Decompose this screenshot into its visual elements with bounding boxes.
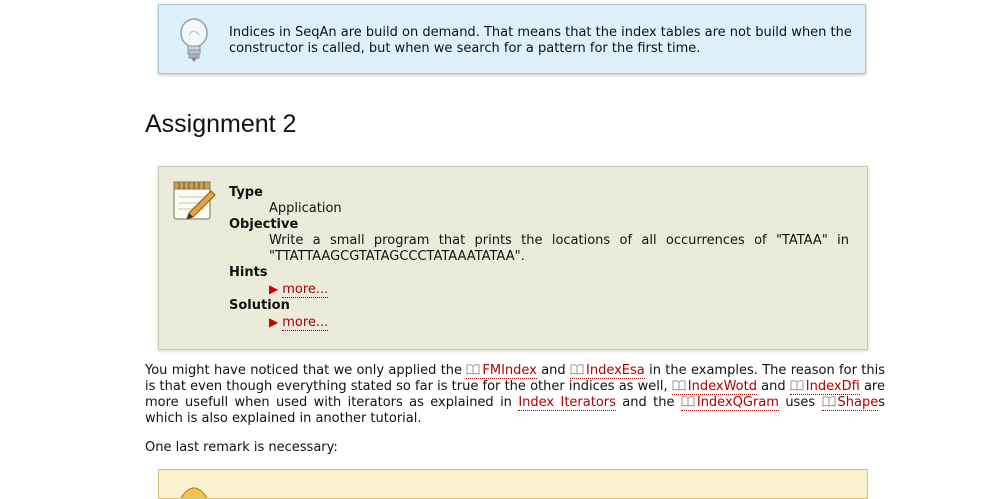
assignment-heading: Assignment 2 — [145, 110, 297, 138]
shape-link[interactable]: Shape — [821, 395, 879, 411]
book-icon — [466, 364, 480, 375]
indexesa-link[interactable]: IndexEsa — [570, 363, 645, 379]
type-value: Application — [269, 201, 342, 216]
remark-text: One last remark is necessary: — [145, 440, 338, 455]
solution-more-link[interactable]: more... — [282, 315, 329, 331]
hints-toggle[interactable]: ▶ more... — [269, 281, 849, 298]
paragraph-text: You might have noticed that we only appl… — [145, 363, 467, 378]
objective-label: Objective — [229, 217, 299, 232]
book-icon — [672, 380, 686, 391]
tip-text: Indices in SeqAn are build on demand. Th… — [229, 25, 852, 56]
solution-label: Solution — [229, 298, 290, 313]
lightbulb-icon — [180, 18, 208, 62]
expand-triangle-icon: ▶ — [269, 315, 279, 329]
assignment-box: Type Application Objective Write a small… — [158, 166, 868, 350]
explanation-paragraph: You might have noticed that we only appl… — [145, 363, 885, 427]
fmindex-link[interactable]: FMIndex — [466, 363, 537, 379]
book-icon — [822, 396, 835, 407]
index-iterators-link[interactable]: Index Iterators — [518, 395, 616, 411]
objective-value: Write a small program that prints the lo… — [269, 233, 849, 264]
solution-toggle[interactable]: ▶ more... — [269, 314, 849, 331]
type-label: Type — [229, 185, 263, 200]
indexdfi-link[interactable]: IndexDfi — [789, 379, 860, 395]
paragraph-text: uses — [778, 395, 822, 410]
indexqgram-link[interactable]: IndexQGram — [680, 395, 779, 411]
book-icon — [570, 364, 584, 375]
hints-more-link[interactable]: more... — [282, 282, 329, 298]
expand-triangle-icon: ▶ — [269, 282, 279, 296]
warning-box — [158, 469, 868, 499]
hints-label: Hints — [229, 265, 268, 280]
book-icon — [681, 396, 695, 407]
paragraph-text: and — [756, 379, 790, 394]
notepad-icon — [173, 181, 216, 220]
paragraph-text: and the — [615, 395, 681, 410]
book-icon — [790, 380, 804, 391]
warning-icon — [180, 487, 208, 498]
assignment-fields: Type Application Objective Write a small… — [229, 185, 849, 331]
tip-box: Indices in SeqAn are build on demand. Th… — [158, 4, 866, 74]
indexwotd-link[interactable]: IndexWotd — [671, 379, 757, 395]
paragraph-text: and — [536, 363, 571, 378]
